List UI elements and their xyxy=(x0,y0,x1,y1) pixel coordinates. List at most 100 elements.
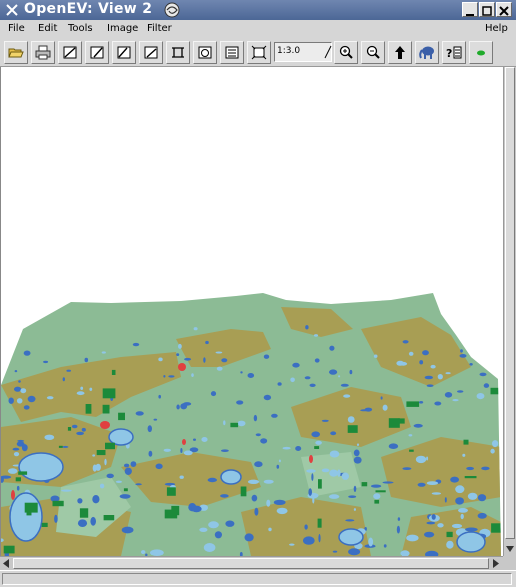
scroll-right-arrow-icon[interactable] xyxy=(490,558,501,569)
water-body xyxy=(273,499,286,505)
water-body xyxy=(203,357,206,363)
up-arrow-button[interactable] xyxy=(388,41,412,64)
map-viewport[interactable] xyxy=(0,67,503,556)
water-body xyxy=(426,521,436,525)
water-body xyxy=(193,438,196,441)
water-body xyxy=(321,419,329,422)
water-body xyxy=(306,469,316,473)
horizontal-scrollbar[interactable] xyxy=(0,556,503,570)
water-body xyxy=(276,464,280,469)
green-dot-icon xyxy=(477,50,485,56)
close-button[interactable] xyxy=(496,2,512,17)
water-body xyxy=(426,481,439,485)
water-body xyxy=(295,446,302,451)
water-body xyxy=(220,494,229,498)
water-body xyxy=(92,454,96,457)
maximize-button[interactable] xyxy=(479,2,495,17)
water-body xyxy=(210,391,217,397)
water-body xyxy=(353,485,357,492)
water-body xyxy=(237,420,246,427)
draw-tool-button[interactable] xyxy=(112,41,136,64)
print-button[interactable] xyxy=(31,41,55,64)
water-body xyxy=(460,513,464,520)
measure-tool-button[interactable] xyxy=(139,41,163,64)
edit-tool-button[interactable] xyxy=(85,41,109,64)
water-body xyxy=(247,373,255,378)
menu-file[interactable]: File xyxy=(8,23,25,34)
window-menu-icon[interactable] xyxy=(5,3,19,17)
layers-icon xyxy=(225,46,239,59)
fit-extents-button[interactable] xyxy=(247,41,271,64)
water-body xyxy=(278,459,281,463)
water-body xyxy=(12,447,20,451)
roi-tool-button[interactable] xyxy=(166,41,190,64)
water-body xyxy=(253,414,258,422)
title-bar[interactable]: OpenEV: View 2 xyxy=(0,0,516,20)
water-body xyxy=(426,384,434,388)
water-body xyxy=(304,524,308,530)
menu-help[interactable]: Help xyxy=(485,23,508,34)
water-body xyxy=(276,507,288,515)
water-body xyxy=(124,463,130,468)
water-body xyxy=(437,523,444,528)
forest-patch xyxy=(347,425,358,433)
terrain-3d-view[interactable] xyxy=(1,67,503,556)
water-body xyxy=(450,476,459,483)
water-body xyxy=(353,456,362,464)
forest-patch xyxy=(123,488,128,492)
water-body xyxy=(18,380,21,383)
water-body xyxy=(155,463,163,470)
select-tool-button[interactable] xyxy=(58,41,82,64)
elephant-button[interactable] xyxy=(415,41,439,64)
water-body xyxy=(417,482,426,487)
layers-button[interactable] xyxy=(220,41,244,64)
scroll-down-arrow-icon[interactable] xyxy=(505,543,515,555)
forest-patch xyxy=(406,401,420,407)
water-body xyxy=(373,493,381,500)
horizontal-scroll-thumb[interactable] xyxy=(13,558,489,569)
water-body xyxy=(20,388,27,394)
forest-patch xyxy=(361,482,368,487)
water-body xyxy=(92,495,100,504)
water-body xyxy=(380,396,383,400)
forest-patch xyxy=(240,486,247,497)
water-body xyxy=(77,519,88,527)
water-body xyxy=(312,496,315,504)
water-body xyxy=(81,427,86,432)
water-body xyxy=(382,404,388,411)
zoom-out-button[interactable] xyxy=(361,41,385,64)
minimize-button[interactable] xyxy=(462,2,478,17)
water-body xyxy=(214,531,222,539)
water-body xyxy=(353,449,360,457)
water-body xyxy=(329,369,338,375)
water-body xyxy=(158,357,163,362)
menu-tools[interactable]: Tools xyxy=(68,23,93,34)
menu-edit[interactable]: Edit xyxy=(38,23,57,34)
water-body xyxy=(329,469,338,477)
open-button[interactable] xyxy=(4,41,28,64)
water-body xyxy=(465,527,478,532)
help-info-button[interactable]: ? xyxy=(442,41,466,64)
water-body xyxy=(457,390,464,393)
water-body xyxy=(191,373,194,377)
forest-patch xyxy=(374,499,380,504)
scroll-left-arrow-icon[interactable] xyxy=(1,558,12,569)
menu-image[interactable]: Image xyxy=(107,23,138,34)
forest-patch xyxy=(409,449,414,452)
vertical-scroll-thumb[interactable] xyxy=(505,67,515,539)
menu-filter[interactable]: Filter xyxy=(147,23,172,34)
green-dot-button[interactable] xyxy=(469,41,493,64)
forest-patch xyxy=(24,502,38,513)
zoom-slash-icon xyxy=(324,45,332,59)
rotate-button[interactable] xyxy=(193,41,217,64)
water-body xyxy=(481,466,490,471)
vertical-scrollbar[interactable] xyxy=(503,67,516,556)
zoom-in-button[interactable] xyxy=(334,41,358,64)
lake xyxy=(338,528,364,546)
water-body xyxy=(382,481,394,484)
water-body xyxy=(408,434,413,437)
water-body xyxy=(44,434,55,440)
water-body xyxy=(388,443,399,450)
forest-patch xyxy=(388,418,400,428)
roi-tool-icon xyxy=(172,47,184,58)
